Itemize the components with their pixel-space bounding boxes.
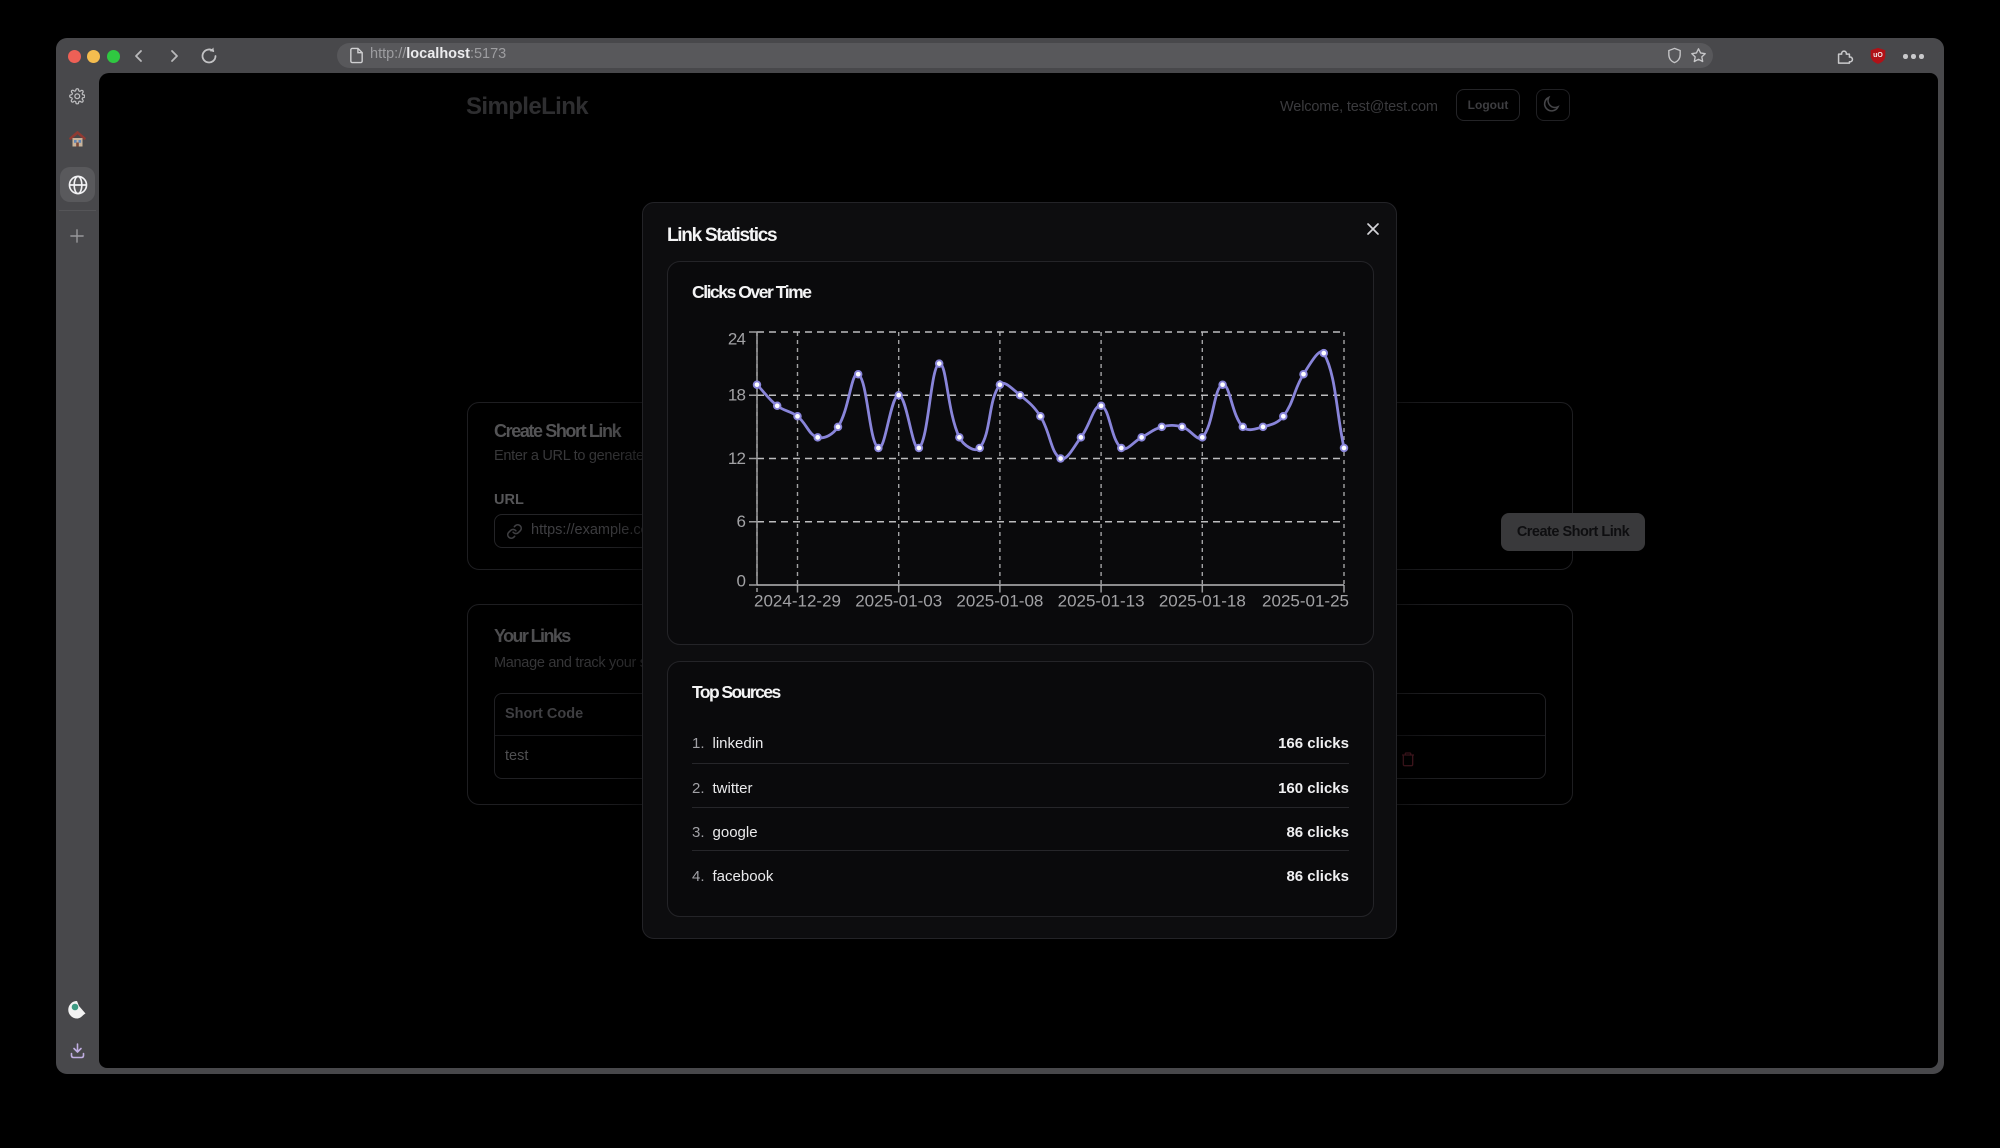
svg-text:24: 24 (728, 330, 746, 349)
svg-text:2025-01-08: 2025-01-08 (956, 592, 1043, 611)
svg-text:18: 18 (728, 385, 746, 404)
svg-text:2024-12-29: 2024-12-29 (754, 592, 841, 611)
svg-text:2025-01-18: 2025-01-18 (1159, 592, 1246, 611)
svg-text:12: 12 (728, 449, 746, 468)
svg-text:2025-01-25: 2025-01-25 (1262, 592, 1349, 611)
svg-text:2025-01-03: 2025-01-03 (855, 592, 942, 611)
svg-text:6: 6 (736, 512, 745, 531)
svg-text:0: 0 (736, 572, 745, 591)
svg-text:2025-01-13: 2025-01-13 (1058, 592, 1145, 611)
svg-text:uO: uO (1873, 52, 1883, 59)
